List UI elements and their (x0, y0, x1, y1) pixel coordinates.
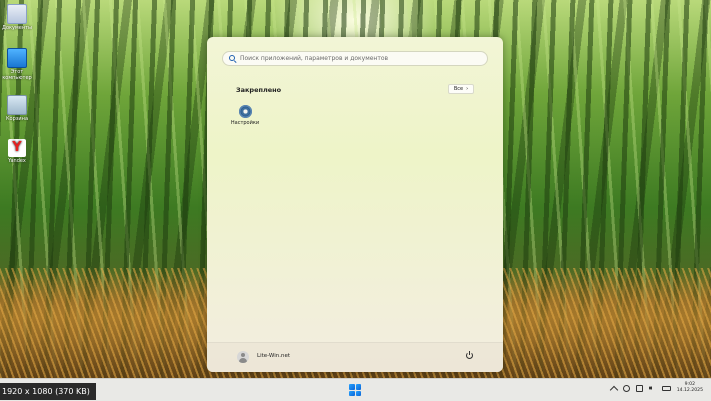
chevron-right-icon: › (466, 86, 469, 92)
battery-icon[interactable] (661, 385, 671, 391)
chevron-up-icon[interactable] (609, 385, 618, 394)
user-name: Lite-Win.net (257, 353, 290, 359)
power-icon[interactable] (466, 351, 473, 359)
pinned-section-title: Закреплено (236, 86, 282, 94)
volume-icon[interactable] (648, 384, 655, 392)
language-icon[interactable] (622, 384, 630, 392)
all-apps-button[interactable]: Все › (448, 84, 474, 94)
system-tray: 9:02 14.12.2025 (609, 382, 703, 394)
desktop-icon-documents[interactable]: Документы (2, 4, 32, 31)
desktop-icon-label: Корзина (5, 116, 29, 122)
documents-icon (7, 4, 27, 24)
this-pc-icon (7, 48, 27, 68)
settings-gear-icon (238, 105, 252, 118)
recycle-bin-icon (7, 95, 27, 115)
start-menu: Закреплено Все › Настройки Lite-Win.net (207, 37, 503, 372)
taskbar: 9:02 14.12.2025 (0, 378, 711, 401)
desktop-icon-label: Yandex (8, 158, 26, 164)
all-apps-label: Все (453, 86, 464, 92)
search-icon (229, 55, 236, 62)
clock-date: 14.12.2025 (676, 388, 703, 393)
desktop-icon-recycle-bin[interactable]: Корзина (2, 95, 32, 122)
network-icon[interactable] (635, 384, 643, 392)
pinned-app-settings[interactable]: Настройки (225, 105, 265, 126)
desktop-icon-label: Этот компьютер (2, 69, 32, 81)
start-menu-footer: Lite-Win.net (207, 342, 503, 372)
search-box[interactable] (222, 51, 488, 66)
windows-logo-icon[interactable] (349, 384, 361, 396)
image-size-caption: 1920 x 1080 (370 KB) (0, 383, 96, 400)
pinned-app-label: Настройки (230, 120, 260, 126)
desktop-icon-this-pc[interactable]: Этот компьютер (2, 48, 32, 81)
clock[interactable]: 9:02 14.12.2025 (677, 382, 703, 394)
search-input[interactable] (240, 52, 487, 65)
desktop-icon-yandex[interactable]: Yandex (2, 139, 32, 164)
avatar (237, 351, 249, 363)
desktop-icon-label: Документы (2, 25, 32, 31)
yandex-browser-icon (8, 139, 26, 157)
